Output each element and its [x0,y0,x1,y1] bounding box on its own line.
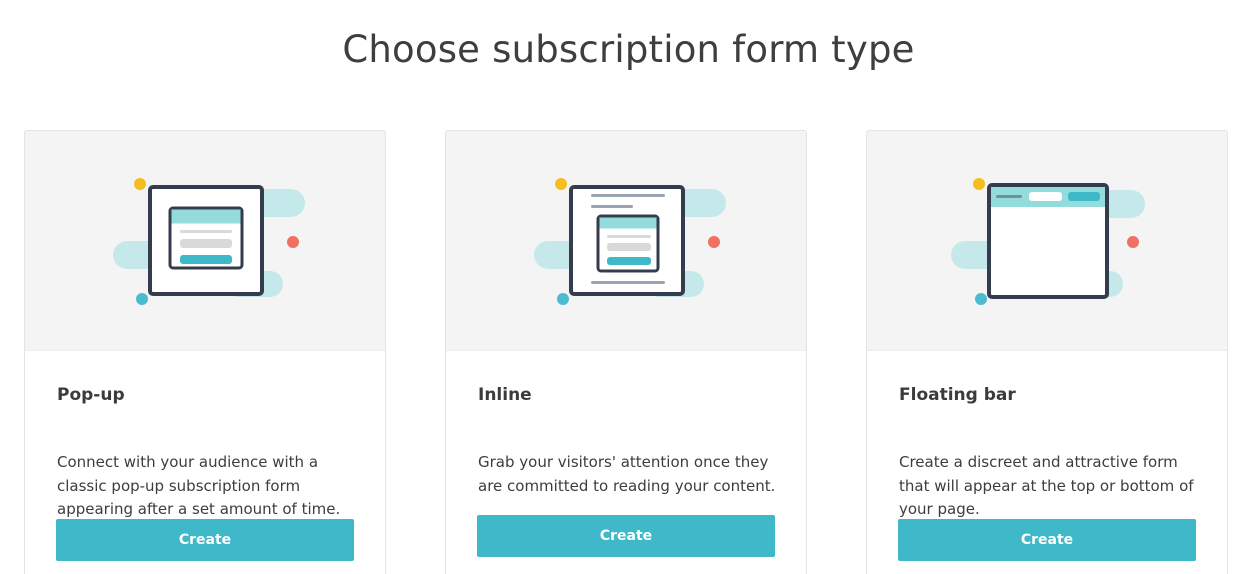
card-title: Pop-up [57,385,125,405]
inline-form-illustration [446,131,806,351]
card-description: Connect with your audience with a classi… [57,453,341,518]
card-title: Inline [478,385,532,405]
create-floating-bar-button[interactable]: Create [898,519,1196,561]
card-description: Grab your visitors' attention once they … [478,453,776,495]
form-type-card-floating-bar: Floating bar Create a discreet and attra… [866,130,1228,574]
create-inline-button[interactable]: Create [477,515,775,557]
card-title: Floating bar [899,385,1016,405]
create-popup-button[interactable]: Create [56,519,354,561]
card-description: Create a discreet and attractive form th… [899,453,1194,518]
page-title: Choose subscription form type [342,28,915,71]
floating-bar-illustration [867,131,1227,351]
form-type-card-popup: Pop-up Connect with your audience with a… [24,130,386,574]
popup-form-illustration [25,131,385,351]
form-type-card-inline: Inline Grab your visitors' attention onc… [445,130,807,574]
